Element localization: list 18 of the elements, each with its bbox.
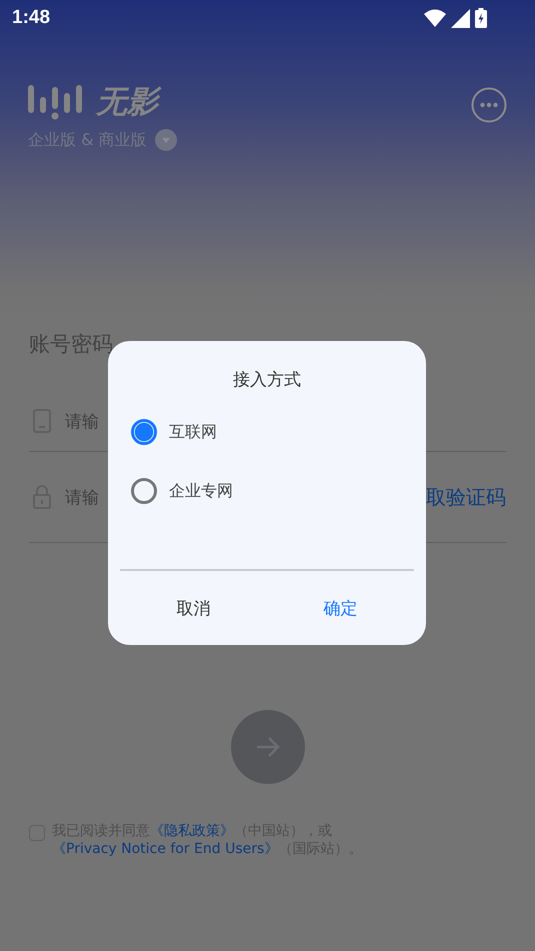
battery-icon — [475, 8, 487, 28]
option-label[interactable]: 企业专网 — [169, 480, 233, 502]
option-label[interactable]: 互联网 — [169, 422, 217, 442]
arrow-right-icon — [254, 736, 280, 758]
status-time: 1:48 — [12, 7, 50, 29]
logo-icon — [28, 83, 84, 121]
dialog-title: 接入方式 — [232, 369, 302, 391]
radio-button[interactable] — [131, 419, 157, 445]
wifi-icon — [424, 9, 446, 27]
radio-button[interactable] — [131, 478, 157, 504]
cancel-button[interactable]: 取消 — [120, 571, 267, 645]
more-icon[interactable] — [471, 87, 507, 123]
get-code-link[interactable]: 取验证码 — [426, 484, 506, 510]
privacy-link[interactable]: 《Privacy Notice for End Users》 — [52, 841, 278, 857]
confirm-button[interactable]: 确定 — [267, 571, 414, 645]
signal-icon — [451, 8, 470, 28]
privacy-link[interactable]: 《隐私政策》 — [150, 823, 234, 839]
dropdown-icon[interactable] — [154, 129, 177, 151]
